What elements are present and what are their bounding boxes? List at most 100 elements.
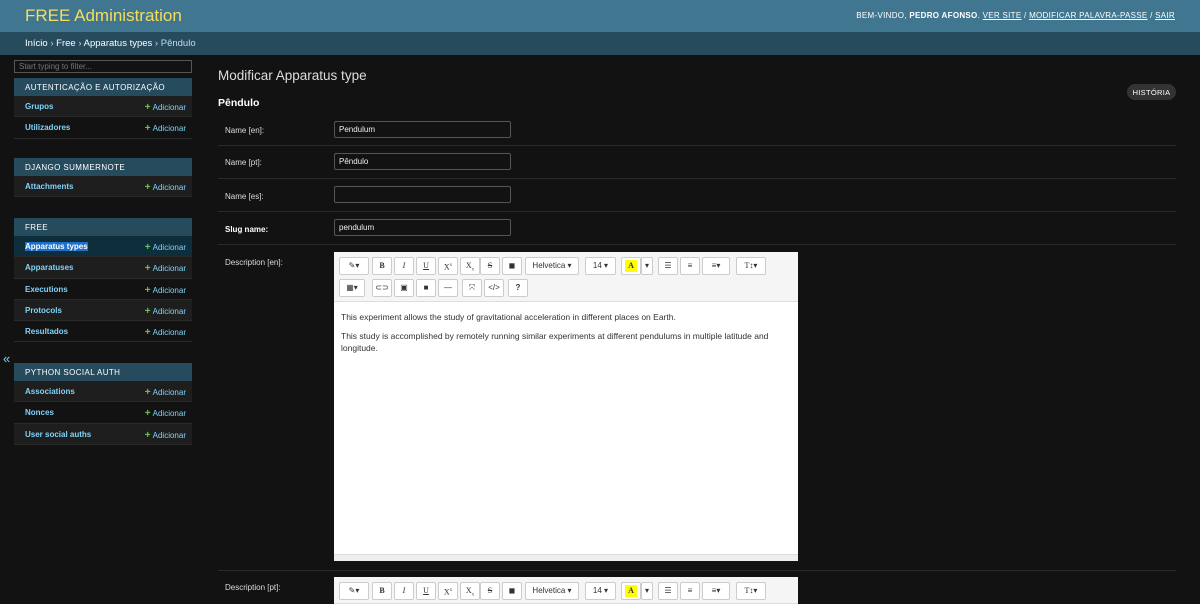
collapse-sidebar-icon[interactable]: « <box>3 351 10 366</box>
image-icon[interactable]: ▣ <box>394 279 414 297</box>
plus-icon: + <box>144 387 151 398</box>
sidebar-item-associations: Associations + Adicionar <box>14 381 192 403</box>
code-view-icon[interactable]: </> <box>484 279 504 297</box>
color-dropdown-icon[interactable]: ▾ <box>641 582 653 600</box>
underline-button[interactable]: U <box>416 582 436 600</box>
subscript-button[interactable]: Xx <box>460 257 480 275</box>
form-row-name-pt: Name [pt]: <box>218 146 1176 179</box>
color-dropdown-icon[interactable]: ▾ <box>641 257 653 275</box>
add-link[interactable]: + Adicionar <box>145 102 186 113</box>
sidebar-item-attachments: Attachments + Adicionar <box>14 176 192 198</box>
description-en-editor: ✎▾ B I U Xx Xx S ◼ Helvetica ▾ 14 ▾ A ▾ … <box>334 252 798 561</box>
site-branding[interactable]: FREE Administration <box>25 6 182 26</box>
paragraph-align-icon[interactable]: ≡▾ <box>702 257 730 275</box>
add-link[interactable]: + Adicionar <box>145 182 186 193</box>
sidebar-link[interactable]: Associations <box>25 387 75 396</box>
sidebar-item-executions: Executions + Adicionar <box>14 279 192 300</box>
sidebar-link[interactable]: Executions <box>25 285 68 294</box>
help-icon[interactable]: ? <box>508 279 528 297</box>
sidebar-link[interactable]: Nonces <box>25 408 54 417</box>
unordered-list-icon[interactable]: ☰ <box>658 257 678 275</box>
eraser-icon[interactable]: ◼ <box>502 582 522 600</box>
ordered-list-icon[interactable]: ≡ <box>680 582 700 600</box>
link-icon[interactable]: ⊂⊃ <box>372 279 392 297</box>
add-link[interactable]: + Adicionar <box>145 430 186 441</box>
change-password-link[interactable]: MODIFICAR PALAVRA-PASSE <box>1029 11 1147 20</box>
module-caption[interactable]: PYTHON SOCIAL AUTH <box>14 363 192 381</box>
unordered-list-icon[interactable]: ☰ <box>658 582 678 600</box>
module-caption[interactable]: FREE <box>14 218 192 236</box>
ordered-list-icon[interactable]: ≡ <box>680 257 700 275</box>
breadcrumb-home[interactable]: Início <box>25 38 48 49</box>
sidebar-item-utilizadores: Utilizadores + Adicionar <box>14 117 192 139</box>
superscript-button[interactable]: Xx <box>438 257 458 275</box>
subscript-button[interactable]: Xx <box>460 582 480 600</box>
editor-resize-bar[interactable] <box>334 554 798 561</box>
description-pt-editor: ✎▾ B I U Xx Xx S ◼ Helvetica ▾ 14 ▾ A ▾ … <box>334 577 798 604</box>
sidebar-link[interactable]: Attachments <box>25 182 73 191</box>
description-en-content[interactable]: This experiment allows the study of grav… <box>334 303 798 554</box>
sidebar-link[interactable]: Protocols <box>25 306 62 315</box>
eraser-icon[interactable]: ◼ <box>502 257 522 275</box>
magic-style-icon[interactable]: ✎▾ <box>339 582 369 600</box>
plus-icon: + <box>144 284 151 296</box>
paragraph-align-icon[interactable]: ≡▾ <box>702 582 730 600</box>
sidebar-link[interactable]: Grupos <box>25 102 53 111</box>
history-button[interactable]: HISTÓRIA <box>1127 84 1176 100</box>
module-summernote: DJANGO SUMMERNOTE Attachments + Adicionar <box>14 158 192 198</box>
slug-input[interactable] <box>334 219 511 236</box>
superscript-button[interactable]: Xx <box>438 582 458 600</box>
add-label: Adicionar <box>152 124 186 134</box>
font-family-select[interactable]: Helvetica ▾ <box>525 257 579 275</box>
bold-button[interactable]: B <box>372 582 392 600</box>
name-pt-input[interactable] <box>334 153 511 170</box>
video-icon[interactable]: ■ <box>416 279 436 297</box>
font-size-select[interactable]: 14 ▾ <box>585 582 616 600</box>
form-row-name-es: Name [es]: <box>218 179 1176 212</box>
breadcrumb-app[interactable]: Free <box>56 38 76 49</box>
logout-link[interactable]: SAIR <box>1155 11 1175 20</box>
add-link[interactable]: + Adicionar <box>145 387 186 398</box>
strikethrough-button[interactable]: S <box>480 257 500 275</box>
sidebar-link[interactable]: Apparatuses <box>25 263 73 272</box>
add-link[interactable]: + Adicionar <box>145 285 186 296</box>
view-site-link[interactable]: VER SITE <box>983 11 1022 20</box>
highlight-color-button[interactable]: A <box>621 257 641 275</box>
text-color-icon: A <box>625 585 637 597</box>
italic-button[interactable]: I <box>394 257 414 275</box>
strikethrough-button[interactable]: S <box>480 582 500 600</box>
highlight-color-button[interactable]: A <box>621 582 641 600</box>
sidebar-item-resultados: Resultados + Adicionar <box>14 321 192 343</box>
plus-icon: + <box>144 182 151 193</box>
breadcrumb-model[interactable]: Apparatus types <box>84 38 153 49</box>
table-icon[interactable]: ▦▾ <box>339 279 365 297</box>
module-caption[interactable]: AUTENTICAÇÃO E AUTORIZAÇÃO <box>14 78 192 96</box>
add-link[interactable]: + Adicionar <box>145 263 186 274</box>
add-link[interactable]: + Adicionar <box>145 408 186 419</box>
italic-button[interactable]: I <box>394 582 414 600</box>
underline-button[interactable]: U <box>416 257 436 275</box>
sidebar-link[interactable]: Apparatus types <box>25 242 88 251</box>
add-label: Adicionar <box>152 103 186 112</box>
add-link[interactable]: + Adicionar <box>145 123 186 134</box>
line-height-icon[interactable]: T↕▾ <box>736 257 766 275</box>
nav-filter-input[interactable] <box>14 60 192 73</box>
horizontal-rule-icon[interactable]: — <box>438 279 458 297</box>
line-height-icon[interactable]: T↕▾ <box>736 582 766 600</box>
bold-button[interactable]: B <box>372 257 392 275</box>
font-size-select[interactable]: 14 ▾ <box>585 257 616 275</box>
name-en-input[interactable] <box>334 121 511 138</box>
sidebar-item-grupos: Grupos + Adicionar <box>14 96 192 118</box>
description-en-label: Description [en]: <box>225 258 283 267</box>
sidebar-link[interactable]: Resultados <box>25 327 68 336</box>
module-caption[interactable]: DJANGO SUMMERNOTE <box>14 158 192 176</box>
add-link[interactable]: + Adicionar <box>145 306 186 317</box>
font-family-select[interactable]: Helvetica ▾ <box>525 582 579 600</box>
sidebar-link[interactable]: Utilizadores <box>25 123 70 132</box>
add-link[interactable]: + Adicionar <box>145 327 186 338</box>
name-es-input[interactable] <box>334 186 511 203</box>
add-link[interactable]: + Adicionar <box>145 242 186 253</box>
magic-style-icon[interactable]: ✎▾ <box>339 257 369 275</box>
sidebar-link[interactable]: User social auths <box>25 430 91 439</box>
fullscreen-icon[interactable]: ⤧ <box>462 279 482 297</box>
